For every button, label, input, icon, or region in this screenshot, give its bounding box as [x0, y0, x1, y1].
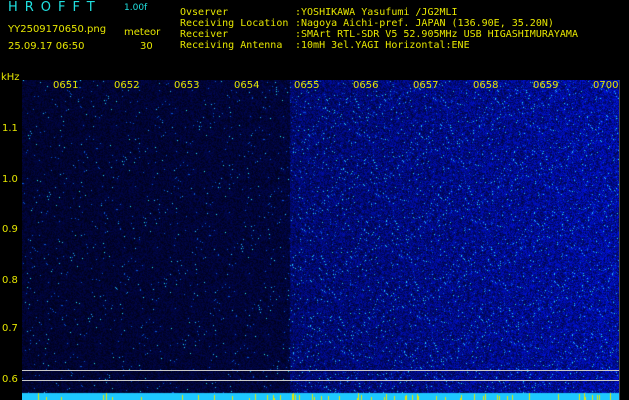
app-logo: HROFFT: [8, 0, 102, 15]
x-tick-label: 0657: [413, 80, 439, 91]
reference-line-upper: [22, 370, 619, 371]
x-tick-label: 0651: [53, 80, 79, 91]
x-tick-label: 0656: [353, 80, 379, 91]
capture-datetime: 25.09.17 06:50: [8, 41, 85, 52]
x-tick-label: 0655: [294, 80, 320, 91]
y-tick-label: 0.8: [2, 275, 18, 286]
y-tick-label: 1.1: [2, 123, 18, 134]
info-key: Receiving Antenna: [180, 40, 283, 51]
info-key: Receiving Location: [180, 18, 289, 29]
info-key: Receiver: [180, 29, 229, 40]
y-axis-unit: kHz: [1, 72, 20, 83]
spectrogram-window: HROFFT 1.00f YY2509170650.png meteor 25.…: [0, 0, 629, 400]
app-version: 1.00f: [124, 3, 148, 13]
spectrogram-plot: [22, 80, 619, 400]
y-tick-label: 0.6: [2, 374, 18, 385]
info-location: Receiving Location :Nagoya Aichi-pref. JA…: [180, 19, 554, 29]
info-key: Ovserver: [180, 7, 229, 18]
x-tick-label: 0658: [473, 80, 499, 91]
info-antenna: Receiving Antenna :10mH 3el.YAGI Horizont…: [180, 41, 470, 51]
image-filename: YY2509170650.png: [8, 24, 107, 35]
meteor-count: 30: [140, 41, 153, 52]
x-tick-label: 0652: [114, 80, 140, 91]
info-value: :SMArt RTL-SDR V5 52.905MHz USB HIGASHIM…: [295, 29, 578, 40]
info-observer: Ovserver :YOSHIKAWA Yasufumi /JG2MLI: [180, 8, 458, 18]
x-tick-label: 0659: [533, 80, 559, 91]
x-tick-label: 0653: [174, 80, 200, 91]
meteor-label: meteor: [124, 27, 161, 38]
spectrogram-image: [22, 80, 619, 400]
info-value: :10mH 3el.YAGI Horizontal:ENE: [295, 40, 470, 51]
y-tick-label: 1.0: [2, 174, 18, 185]
reference-line-lower: [22, 380, 619, 381]
x-tick-label: 0654: [234, 80, 260, 91]
info-value: :Nagoya Aichi-pref. JAPAN (136.90E, 35.2…: [295, 18, 554, 29]
plot-right-border: [619, 80, 620, 400]
x-tick-label: 0700: [593, 80, 619, 91]
y-tick-label: 0.7: [2, 323, 18, 334]
info-receiver: Receiver :SMArt RTL-SDR V5 52.905MHz USB …: [180, 30, 578, 40]
y-tick-label: 0.9: [2, 224, 18, 235]
info-value: :YOSHIKAWA Yasufumi /JG2MLI: [295, 7, 458, 18]
